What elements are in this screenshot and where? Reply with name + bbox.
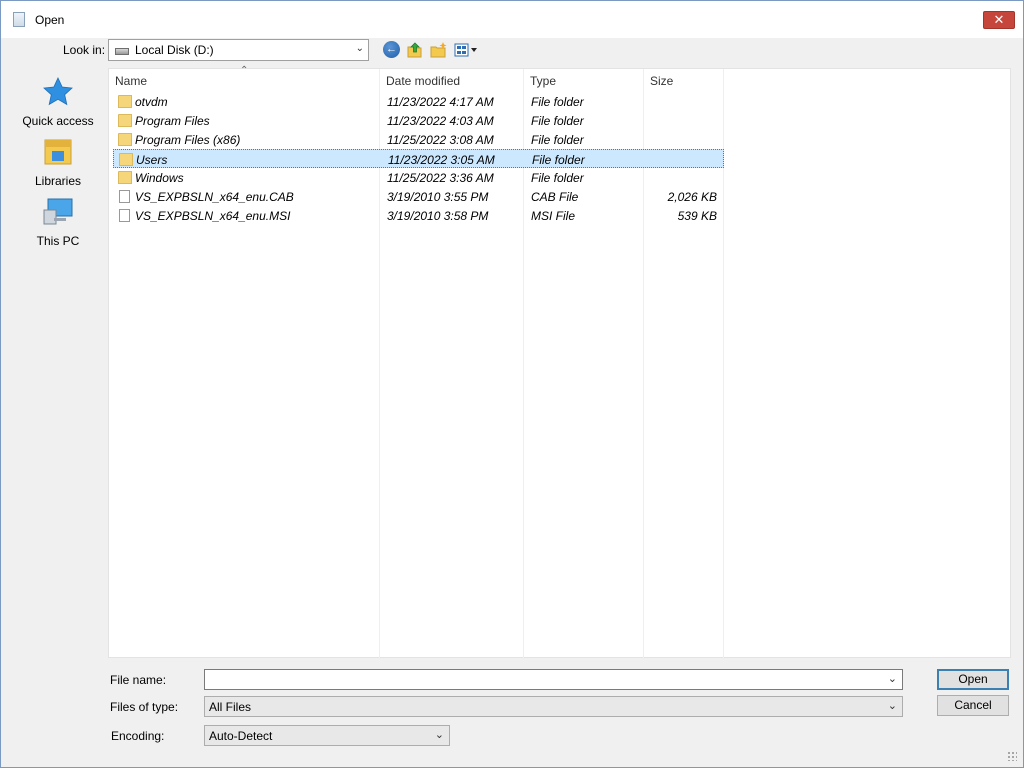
place-label: Quick access <box>22 114 94 128</box>
chevron-down-icon[interactable]: ⌄ <box>888 672 897 685</box>
file-type: File folder <box>531 114 584 128</box>
file-name-field[interactable]: ⌄ <box>204 669 903 690</box>
look-in-value: Local Disk (D:) <box>135 43 214 57</box>
new-folder-icon[interactable] <box>430 41 448 59</box>
folder-icon <box>118 171 132 184</box>
folder-icon <box>118 95 132 108</box>
folder-icon <box>118 133 132 146</box>
file-date: 11/23/2022 3:05 AM <box>388 153 495 167</box>
file-name: Program Files (x86) <box>135 133 241 147</box>
chevron-down-icon: ⌄ <box>355 43 364 54</box>
column-header-date[interactable]: Date modified <box>380 69 524 92</box>
place-quick-access[interactable]: Quick access <box>9 76 107 128</box>
file-date: 11/25/2022 3:08 AM <box>387 133 494 147</box>
drive-icon <box>115 48 129 55</box>
column-label: Name <box>115 74 148 88</box>
file-icon <box>119 209 130 222</box>
file-name: VS_EXPBSLN_x64_enu.CAB <box>135 190 294 204</box>
open-button[interactable]: Open <box>937 669 1009 690</box>
file-name: Windows <box>135 171 184 185</box>
files-of-type-label: Files of type: <box>110 700 179 714</box>
computer-icon <box>42 196 74 228</box>
close-button[interactable]: ✕ <box>983 11 1015 29</box>
look-in-dropdown[interactable]: Local Disk (D:) ⌄ <box>108 39 369 61</box>
up-folder-icon[interactable] <box>406 41 424 59</box>
folder-icon <box>118 114 132 127</box>
file-row[interactable]: Program Files 11/23/2022 4:03 AM File fold… <box>113 111 724 130</box>
title-bar[interactable]: Open ✕ <box>1 1 1023 38</box>
file-date: 11/25/2022 3:36 AM <box>387 171 494 185</box>
file-name-label: File name: <box>110 673 167 687</box>
chevron-down-icon: ⌄ <box>434 729 444 741</box>
places-bar: Quick access Libraries This PC <box>9 68 107 658</box>
file-row[interactable]: VS_EXPBSLN_x64_enu.CAB 3/19/2010 3:55 PM C… <box>113 187 724 206</box>
file-row[interactable]: otvdm 11/23/2022 4:17 AM File folder <box>113 92 724 111</box>
file-row[interactable]: VS_EXPBSLN_x64_enu.MSI 3/19/2010 3:58 PM M… <box>113 206 724 225</box>
file-icon <box>119 190 130 203</box>
files-of-type-value: All Files <box>209 700 252 714</box>
file-date: 3/19/2010 3:55 PM <box>387 190 489 204</box>
chevron-down-icon: ⌄ <box>887 700 897 712</box>
file-size: 539 KB <box>677 209 717 223</box>
file-date: 3/19/2010 3:58 PM <box>387 209 489 223</box>
encoding-dropdown[interactable]: Auto-Detect ⌄ <box>204 725 450 746</box>
open-dialog: Open ✕ Look in: Local Disk (D:) ⌄ ← Quic… <box>0 0 1024 768</box>
cancel-button[interactable]: Cancel <box>937 695 1009 716</box>
file-type: File folder <box>531 133 584 147</box>
resize-grip-icon[interactable] <box>1007 751 1017 761</box>
file-type: MSI File <box>531 209 576 223</box>
file-date: 11/23/2022 4:17 AM <box>387 95 494 109</box>
place-label: This PC <box>36 234 80 248</box>
view-menu-icon[interactable] <box>454 41 478 59</box>
column-label: Type <box>530 74 557 88</box>
files-of-type-dropdown[interactable]: All Files ⌄ <box>204 696 903 717</box>
star-icon <box>42 76 74 108</box>
file-type: CAB File <box>531 190 579 204</box>
window-title: Open <box>35 13 65 27</box>
file-name: Users <box>136 153 168 167</box>
encoding-label: Encoding: <box>111 729 165 743</box>
place-this-pc[interactable]: This PC <box>9 196 107 248</box>
back-icon[interactable]: ← <box>383 41 400 58</box>
place-label: Libraries <box>34 174 82 188</box>
column-header-name[interactable]: ⌃ Name <box>109 65 380 92</box>
file-list[interactable]: ⌃ Name Date modified Type Size otvdm 11/2… <box>108 65 1011 659</box>
file-name: VS_EXPBSLN_x64_enu.MSI <box>135 209 291 223</box>
file-name: Program Files <box>135 114 210 128</box>
column-label: Date modified <box>386 74 461 88</box>
notepad-icon <box>13 12 25 27</box>
file-type: File folder <box>531 95 584 109</box>
sort-ascending-icon: ⌃ <box>240 65 249 76</box>
column-label: Size <box>650 74 674 88</box>
column-header-type[interactable]: Type <box>524 69 644 92</box>
file-type: File folder <box>531 171 584 185</box>
file-row[interactable]: Program Files (x86) 11/25/2022 3:08 AM Fil… <box>113 130 724 149</box>
encoding-value: Auto-Detect <box>209 729 273 743</box>
file-row[interactable]: Windows 11/25/2022 3:36 AM File folder <box>113 168 724 187</box>
place-libraries[interactable]: Libraries <box>9 136 107 188</box>
file-date: 11/23/2022 4:03 AM <box>387 114 494 128</box>
file-name: otvdm <box>135 95 168 109</box>
column-header-size[interactable]: Size <box>644 69 724 92</box>
file-row[interactable]: Users 11/23/2022 3:05 AM File folder <box>113 149 724 168</box>
file-size: 2,026 KB <box>667 190 717 204</box>
libraries-icon <box>42 136 74 168</box>
folder-icon <box>119 153 133 166</box>
look-in-label: Look in: <box>63 43 106 57</box>
file-type: File folder <box>532 153 585 167</box>
